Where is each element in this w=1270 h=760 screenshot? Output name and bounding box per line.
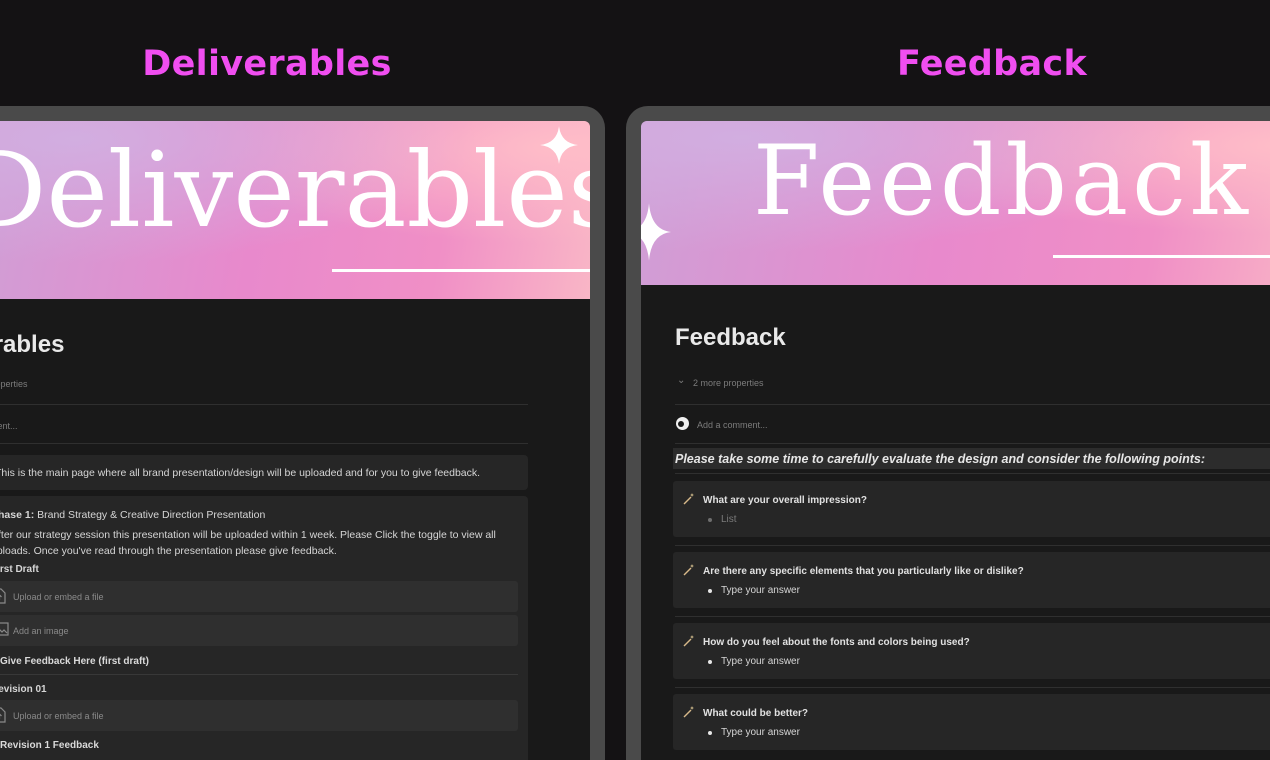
cover-underline <box>1053 255 1270 258</box>
toggle-first-draft[interactable]: First Draft <box>0 564 39 575</box>
question-card: Are there any specific elements that you… <box>673 552 1270 608</box>
page-title: Feedback <box>675 324 786 351</box>
add-image-block[interactable]: Add an image <box>0 615 518 646</box>
magic-wand-icon <box>683 564 694 576</box>
cover-title: Deliverables <box>0 129 590 251</box>
page-link-first-draft-feedback[interactable]: Give Feedback Here (first draft) <box>0 652 149 667</box>
cover-title: Feedback <box>753 125 1253 237</box>
phase-label: Phase 1: <box>0 509 35 521</box>
answer-input[interactable]: Type your answer <box>721 727 800 738</box>
phase-callout: Phase 1: Brand Strategy & Creative Direc… <box>0 496 528 760</box>
cover-underline <box>332 269 590 272</box>
section-heading-feedback: Feedback <box>896 44 1088 84</box>
upload-file-block[interactable]: Upload or embed a file <box>0 700 518 731</box>
divider <box>0 443 528 444</box>
divider <box>0 404 528 405</box>
instructions-text: Please take some time to carefully evalu… <box>675 452 1205 466</box>
sparkle-icon <box>641 203 671 261</box>
upload-file-label: Upload or embed a file <box>13 711 104 721</box>
page-deliverables: Deliverables Deliverables 2 more propert… <box>0 121 590 760</box>
question-card: What could be better? Type your answer <box>673 694 1270 750</box>
page-link-revision-feedback[interactable]: Revision 1 Feedback <box>0 736 99 751</box>
upload-file-label: Upload or embed a file <box>13 592 104 602</box>
sparkle-icon <box>540 126 578 164</box>
divider <box>0 674 518 675</box>
upload-file-block[interactable]: Upload or embed a file <box>0 581 518 612</box>
divider <box>675 473 1270 474</box>
section-heading-deliverables: Deliverables <box>142 44 392 84</box>
bullet <box>708 731 712 735</box>
add-comment-input[interactable]: Add a comment... <box>0 421 18 431</box>
magic-wand-icon <box>683 706 694 718</box>
divider <box>675 545 1270 546</box>
cover-banner: Deliverables <box>0 121 590 299</box>
image-icon <box>0 622 9 636</box>
phase-heading: Phase 1: Brand Strategy & Creative Direc… <box>0 509 265 521</box>
tablet-frame-deliverables: Deliverables Deliverables 2 more propert… <box>0 106 605 760</box>
cover-banner: Feedback <box>641 121 1270 285</box>
answer-input[interactable]: Type your answer <box>721 656 800 667</box>
avatar <box>676 417 689 430</box>
phase-description: After our strategy session this presenta… <box>0 529 496 557</box>
instructions-block: Please take some time to carefully evalu… <box>673 448 1270 469</box>
more-properties-toggle[interactable]: 2 more properties <box>0 379 28 389</box>
intro-callout: This is the main page where all brand pr… <box>0 455 528 490</box>
divider <box>675 404 1270 405</box>
question-text: What could be better? <box>703 708 808 719</box>
magic-wand-icon <box>683 635 694 647</box>
question-card: What are your overall impression? List <box>673 481 1270 537</box>
phase-title: Brand Strategy & Creative Direction Pres… <box>37 509 266 521</box>
question-text: How do you feel about the fonts and colo… <box>703 637 970 648</box>
magic-wand-icon <box>683 493 694 505</box>
divider <box>675 687 1270 688</box>
more-properties-toggle[interactable]: 2 more properties <box>693 378 764 388</box>
question-text: Are there any specific elements that you… <box>703 566 1024 577</box>
bullet <box>708 518 712 522</box>
bullet <box>708 660 712 664</box>
file-upload-icon <box>0 707 6 723</box>
bullet <box>708 589 712 593</box>
toggle-revision-01[interactable]: Revision 01 <box>0 684 47 695</box>
add-comment-input[interactable]: Add a comment... <box>697 420 768 430</box>
question-text: What are your overall impression? <box>703 495 867 506</box>
page-link-label: Give Feedback Here (first draft) <box>0 656 149 667</box>
answer-input[interactable]: List <box>721 514 737 525</box>
intro-text: This is the main page where all brand pr… <box>0 467 481 479</box>
chevron-down-icon[interactable]: ⌄ <box>677 375 685 386</box>
page-feedback: Feedback Feedback ⌄ 2 more properties Ad… <box>641 121 1270 760</box>
divider <box>675 616 1270 617</box>
page-title: Deliverables <box>0 331 65 358</box>
tablet-frame-feedback: Feedback Feedback ⌄ 2 more properties Ad… <box>626 106 1270 760</box>
question-card: How do you feel about the fonts and colo… <box>673 623 1270 679</box>
divider <box>675 443 1270 444</box>
file-upload-icon <box>0 588 6 604</box>
page-link-label: Revision 1 Feedback <box>0 740 99 751</box>
add-image-label: Add an image <box>13 626 69 636</box>
answer-input[interactable]: Type your answer <box>721 585 800 596</box>
